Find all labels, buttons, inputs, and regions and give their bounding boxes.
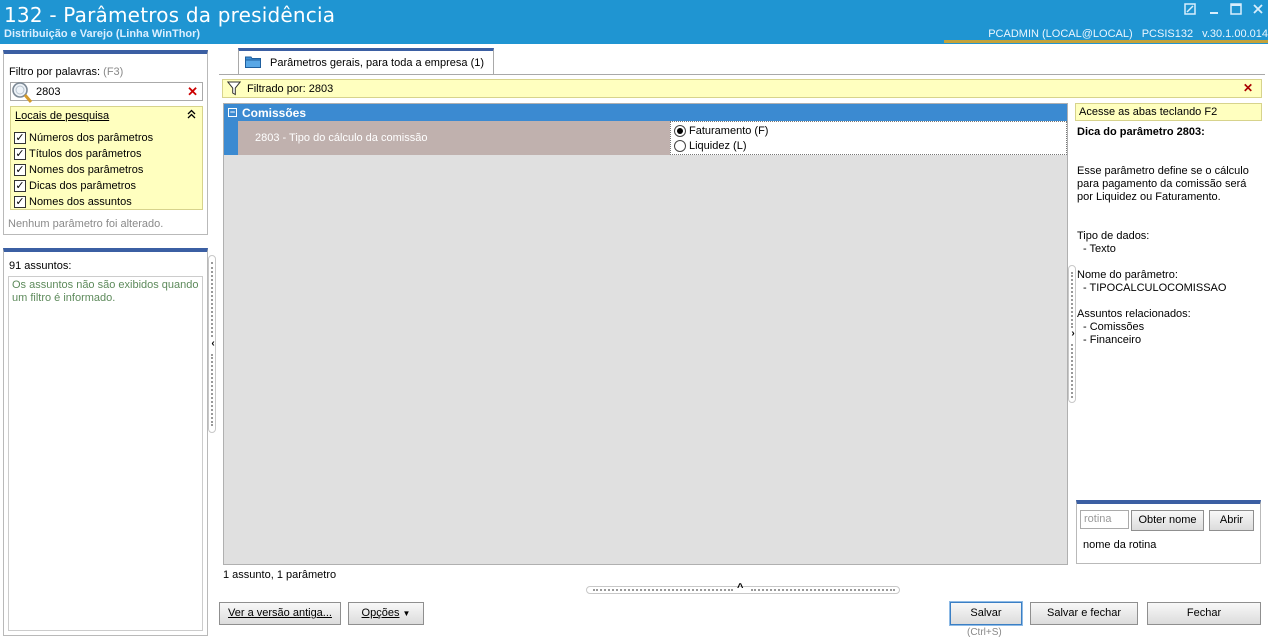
bottom-splitter[interactable]: ^ [586, 582, 900, 594]
tab-underline [219, 74, 1265, 75]
close-button[interactable]: Fechar [1147, 602, 1261, 625]
tip-title: Dica do parâmetro 2803: [1077, 126, 1205, 138]
right-splitter[interactable]: › [1068, 265, 1076, 403]
parameter-value-cell[interactable]: Faturamento (F) Liquidez (L) [670, 121, 1067, 155]
routine-input[interactable]: rotina [1080, 510, 1129, 529]
subjects-count: 91 assuntos: [9, 260, 72, 272]
checkbox-dicas[interactable]: ✓ Dicas dos parâmetros [14, 178, 136, 193]
title-accent-line [944, 40, 1268, 43]
save-button[interactable]: Salvar [949, 601, 1023, 626]
checkbox-checked-icon[interactable]: ✓ [14, 131, 26, 144]
param-name-value: - TIPOCALCULOCOMISSAO [1083, 282, 1227, 294]
parameter-row[interactable]: 2803 - Tipo do cálculo da comissão [238, 121, 670, 155]
related-subject: - Comissões [1083, 321, 1145, 333]
user-info: PCADMIN (LOCAL@LOCAL) PCSIS132 v.30.1.00… [982, 28, 1268, 40]
collapse-right-icon[interactable]: › [1069, 328, 1077, 339]
restore-icon[interactable] [1182, 3, 1198, 19]
grid-summary: 1 assunto, 1 parâmetro [223, 569, 337, 581]
title-bar: 132 - Parâmetros da presidência Distribu… [0, 0, 1268, 44]
minimize-icon[interactable] [1206, 3, 1222, 19]
options-button[interactable]: Opções ▼ [348, 602, 424, 625]
checkbox-numeros[interactable]: ✓ Números dos parâmetros [14, 130, 153, 145]
routine-name: nome da rotina [1083, 539, 1157, 551]
filter-status-bar: Filtrado por: 2803 ✕ [222, 79, 1262, 98]
tab-parametros-gerais[interactable]: Parâmetros gerais, para toda a empresa (… [238, 48, 494, 74]
filter-input[interactable]: 2803 ✕ [10, 80, 203, 104]
related-subject: - Financeiro [1083, 334, 1142, 346]
tabs-hint: Acesse as abas teclando F2 [1075, 103, 1262, 121]
parameter-tip-panel: Dica do parâmetro 2803: Esse parâmetro d… [1077, 126, 1262, 347]
save-shortcut: (Ctrl+S) [967, 627, 1002, 638]
save-and-close-button[interactable]: Salvar e fechar [1030, 602, 1138, 625]
parameters-grid: − Comissões 2803 - Tipo do cálculo da co… [223, 103, 1068, 565]
checkbox-checked-icon[interactable]: ✓ [14, 179, 26, 192]
radio-liquidez[interactable]: Liquidez (L) [674, 139, 746, 153]
clear-filter-icon[interactable]: ✕ [187, 84, 198, 100]
row-indent [224, 121, 238, 155]
open-button[interactable]: Abrir [1209, 510, 1254, 531]
checkbox-checked-icon[interactable]: ✓ [14, 195, 26, 208]
filter-value: 2803 [36, 86, 61, 98]
checkbox-nomes[interactable]: ✓ Nomes dos parâmetros [14, 162, 143, 177]
routine-lookup: rotina Obter nome Abrir nome da rotina [1076, 500, 1261, 564]
checkbox-titulos[interactable]: ✓ Títulos dos parâmetros [14, 146, 142, 161]
search-icon [11, 80, 33, 104]
search-locations-header[interactable]: Locais de pesquisa [15, 110, 109, 122]
tab-count: (1) [470, 57, 485, 69]
subjects-panel: 91 assuntos: Os assuntos não são exibido… [3, 248, 208, 636]
related-subjects-label: Assuntos relacionados: [1077, 308, 1191, 320]
data-type-value: - Texto [1083, 243, 1116, 255]
left-splitter[interactable]: ‹ [208, 255, 216, 433]
collapse-left-icon[interactable]: ‹ [209, 338, 217, 349]
close-icon[interactable] [1250, 3, 1266, 19]
get-name-button[interactable]: Obter nome [1131, 510, 1204, 531]
user-name: PCADMIN (LOCAL@LOCAL) [988, 28, 1133, 40]
change-status: Nenhum parâmetro foi alterado. [8, 218, 164, 230]
maximize-icon[interactable] [1228, 3, 1244, 19]
parameter-label: 2803 - Tipo do cálculo da comissão [255, 132, 428, 144]
filter-panel: Filtro por palavras: (F3) 2803 ✕ Locais … [3, 50, 208, 235]
funnel-icon [226, 81, 242, 96]
data-type-label: Tipo de dados: [1077, 230, 1150, 242]
tip-text: Esse parâmetro define se o cálculo para … [1077, 165, 1249, 203]
category-name: Comissões [242, 106, 307, 120]
collapse-icon[interactable]: − [228, 108, 237, 117]
folder-icon [245, 55, 261, 68]
category-row[interactable]: − Comissões [224, 104, 1067, 121]
radio-faturamento[interactable]: Faturamento (F) [674, 124, 768, 138]
radio-selected-icon[interactable] [674, 125, 686, 137]
module-name: PCSIS132 [1141, 28, 1194, 40]
tab-label: Parâmetros gerais, para toda a empresa (… [270, 57, 485, 69]
window-subtitle: Distribuição e Varejo (Linha WinThor) [4, 28, 201, 40]
dropdown-arrow-icon: ▼ [402, 609, 411, 618]
param-name-label: Nome do parâmetro: [1077, 269, 1178, 281]
checkbox-checked-icon[interactable]: ✓ [14, 163, 26, 176]
remove-filter-icon[interactable]: ✕ [1243, 81, 1253, 95]
checkbox-assuntos[interactable]: ✓ Nomes dos assuntos [14, 194, 132, 209]
checkbox-checked-icon[interactable]: ✓ [14, 147, 26, 160]
filter-shortcut-hint: (F3) [103, 66, 124, 78]
filter-label: Filtro por palavras: (F3) [9, 66, 124, 78]
old-version-button[interactable]: Ver a versão antiga... [219, 602, 341, 625]
subjects-list: Os assuntos não são exibidos quando um f… [8, 276, 203, 631]
window-title: 132 - Parâmetros da presidência [4, 3, 336, 27]
collapse-up-icon[interactable]: ^ [737, 582, 743, 594]
search-locations: Locais de pesquisa ✓ Números dos parâmet… [10, 106, 203, 210]
filter-status-text: Filtrado por: 2803 [247, 83, 334, 95]
version-label: v.30.1.00.014 [1202, 28, 1268, 40]
collapse-up-icon[interactable] [187, 108, 196, 122]
radio-unselected-icon[interactable] [674, 140, 686, 152]
